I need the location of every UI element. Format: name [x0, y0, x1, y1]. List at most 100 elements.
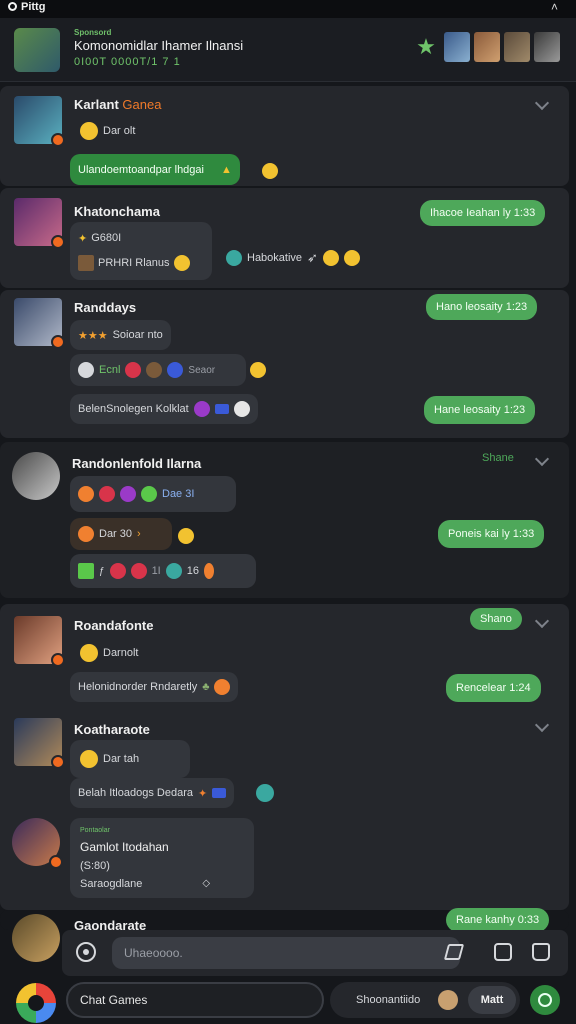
ghost-emoji-icon [233, 401, 250, 417]
avatar[interactable] [14, 718, 65, 769]
avatar[interactable] [12, 452, 60, 500]
match-button[interactable]: Matt [468, 986, 516, 1014]
message-bubble-outgoing[interactable]: Rencelear 1:24 [446, 674, 541, 702]
avatar[interactable] [14, 298, 65, 349]
fork-icon: ƒ [99, 565, 105, 577]
mouth-emoji-icon [125, 362, 142, 378]
participant-thumb[interactable] [534, 32, 560, 62]
message-group: Khatonchama Ihacoe Ieahan ly 1:33 ✦ G680I… [0, 188, 569, 288]
message-input[interactable]: Uhaeoooo. [112, 937, 460, 969]
message-bubble[interactable]: Helonidnorder Rndaretly ♣ [70, 672, 239, 702]
grin-emoji-icon [173, 254, 190, 271]
avatar[interactable] [14, 198, 65, 249]
avatar[interactable] [14, 616, 65, 667]
skull-icon [78, 362, 94, 378]
search-icon[interactable] [530, 985, 560, 1015]
participant-thumb[interactable] [474, 32, 500, 62]
smile-emoji-icon [80, 750, 98, 768]
laugh-emoji-icon [178, 528, 194, 544]
cube-icon [78, 563, 94, 579]
message-bubble[interactable]: Dae 3I [70, 476, 236, 512]
stars-icon: ★★★ [78, 329, 108, 342]
message-bubble[interactable]: Dar tah [70, 740, 190, 778]
mask-icon [165, 563, 182, 579]
message-group: Gaondarate Rane kanhy 0:33 [0, 908, 569, 962]
username[interactable]: Roandafonte [74, 618, 153, 633]
globe-icon [167, 362, 184, 378]
username[interactable]: Khatonchama [74, 204, 160, 219]
burst-icon [78, 486, 94, 502]
avatar[interactable] [12, 914, 60, 962]
share-label[interactable]: Shane [482, 452, 514, 464]
username[interactable]: Randdays [74, 300, 136, 315]
send-icon[interactable] [443, 944, 465, 960]
profile-avatar [438, 990, 458, 1010]
cry-emoji-icon [343, 250, 360, 266]
message-bubble-outgoing[interactable]: Rane kanhy 0:33 [446, 908, 550, 932]
heart-emoji-icon [193, 401, 210, 417]
grin-emoji-icon [262, 163, 278, 179]
avatar[interactable] [14, 96, 65, 147]
coin-icon [204, 563, 214, 579]
header-sponsored-label: Sponsord [74, 28, 112, 37]
star-icon[interactable]: ★ [412, 32, 440, 62]
group-avatar[interactable] [14, 28, 60, 72]
collapse-caret-icon[interactable]: ˄ [551, 0, 558, 14]
message-bubble-outgoing[interactable]: Hano leosaity 1:23 [426, 294, 538, 320]
message-bubble[interactable]: Belah Itloadogs Dedara ✦ [70, 778, 235, 808]
message-bubble[interactable]: ƒ 1I 16 [70, 554, 256, 588]
chevron-down-icon[interactable] [535, 454, 549, 468]
smirk-emoji-icon [214, 679, 231, 695]
compass-icon: ✦ [197, 787, 208, 800]
status-app-label: Pittg [8, 1, 45, 13]
message-bubble-outgoing[interactable]: Ihacoe Ieahan ly 1:33 [420, 200, 546, 226]
chat-games-tab[interactable]: Chat Games [66, 982, 324, 1018]
heart-emoji-icon [109, 563, 126, 579]
attach-icon[interactable] [494, 943, 512, 961]
participant-thumb[interactable] [444, 32, 470, 62]
participant-thumb[interactable] [504, 32, 530, 62]
status-badge [51, 235, 65, 249]
message-composer: Uhaeoooo. [62, 930, 568, 976]
profile-pill[interactable]: Shoonantiido Matt [330, 982, 520, 1018]
avatar[interactable] [12, 818, 63, 869]
message-bubble[interactable]: Ecnl Seaor [70, 354, 246, 386]
message-bubble[interactable]: Dar 30 › [70, 518, 172, 550]
chevron-down-icon[interactable] [535, 98, 549, 112]
message-bubble[interactable]: ✦ G680I PRHRI Rlanus [70, 222, 212, 280]
share-icon[interactable] [532, 943, 550, 961]
message-group: Randonlenfold Ilarna Shane Dae 3I Dar 30… [0, 442, 569, 598]
ring-icon [8, 2, 17, 11]
crown-icon [120, 486, 136, 502]
ticket-icon [212, 788, 227, 798]
status-badge [51, 653, 65, 667]
emoji-picker-icon[interactable] [76, 942, 96, 962]
app-logo-icon[interactable] [16, 983, 56, 1023]
username[interactable]: Karlant Ganea [74, 97, 161, 112]
monkey-emoji-icon [146, 362, 163, 378]
message-group: Roandafonte Shano Darnolt Helonidnorder … [0, 604, 569, 910]
chevron-down-icon[interactable] [535, 720, 549, 734]
message-bubble[interactable]: ★★★ Soioar nto [70, 320, 171, 350]
message-bubble[interactable]: Pontaolar Gamlot Itodahan (S:80) Saraogd… [70, 818, 254, 898]
username[interactable]: Randonlenfold Ilarna [72, 456, 201, 471]
message-bubble[interactable]: BelenSnolegen Kolklat [70, 394, 258, 424]
tree-icon: ♣ [202, 681, 210, 693]
shield-icon [99, 486, 115, 502]
message-bubble-outgoing[interactable]: Poneis kai ly 1:33 [438, 520, 545, 548]
sparkle-icon: ✦ [78, 232, 88, 245]
message-bubble[interactable]: Ulandoemtoandpar lhdgai ▲ [70, 154, 240, 185]
status-badge [51, 335, 65, 349]
apple-icon [130, 563, 147, 579]
share-button[interactable]: Shano [470, 608, 522, 630]
orb-icon [256, 784, 274, 802]
message-line: Habokative ➶ [226, 250, 360, 266]
chevron-down-icon[interactable] [535, 616, 549, 630]
smile-emoji-icon [80, 644, 98, 662]
message-group: Randdays Hano leosaity 1:23 ★★★ Soioar nt… [0, 290, 569, 438]
message-line: Darnolt [80, 644, 138, 662]
reply-icon[interactable]: ◇ [202, 878, 210, 889]
username[interactable]: Koatharaote [74, 722, 150, 737]
smile-emoji-icon [80, 122, 98, 140]
message-bubble-outgoing[interactable]: Hane leosaity 1:23 [424, 396, 536, 424]
